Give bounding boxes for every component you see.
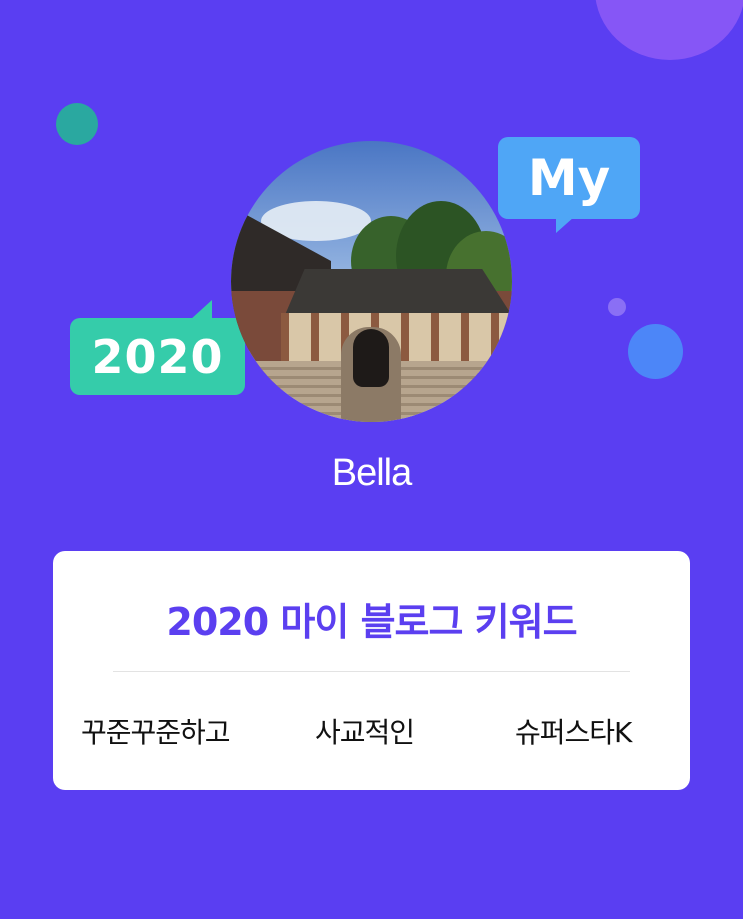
decorative-circle [608,298,626,316]
my-speech-bubble: My [498,137,640,233]
blog-keyword-screen: My 2020 Bella 2020 마이 블로그 키워드 꾸준꾸준하고 사교적… [0,0,743,919]
decorative-circle [628,324,683,379]
my-label: My [527,149,611,207]
keyword-item: 사교적인 [315,716,415,749]
keyword-item: 꾸준꾸준하고 [81,716,231,749]
keyword-item: 슈퍼스타K [515,716,632,749]
keyword-card: 2020 마이 블로그 키워드 꾸준꾸준하고 사교적인 슈퍼스타K [53,551,690,790]
card-title: 2020 마이 블로그 키워드 [166,600,577,644]
decorative-circle [56,103,98,145]
year-label: 2020 [91,329,224,384]
profile-name: Bella [331,452,413,494]
year-speech-bubble: 2020 [70,300,245,395]
profile-avatar [231,141,512,422]
divider [113,671,630,672]
decorative-circle [595,0,743,60]
